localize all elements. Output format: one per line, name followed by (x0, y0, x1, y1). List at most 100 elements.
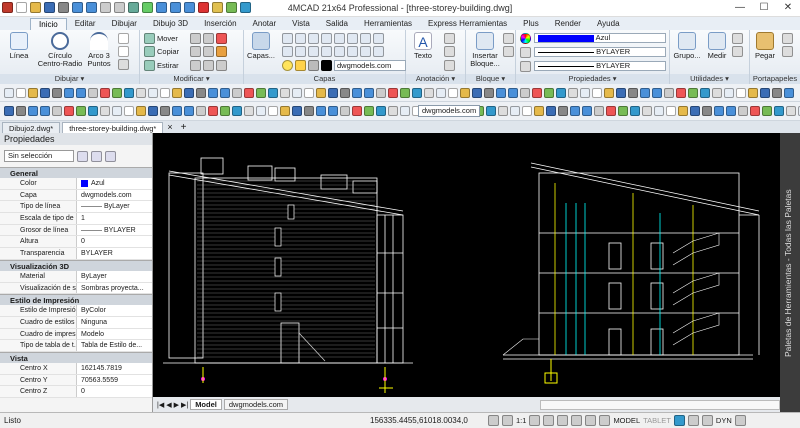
property-value[interactable]: dwgmodels.com (77, 189, 152, 201)
toggle-pickadd-icon[interactable] (105, 150, 116, 162)
snap-icon[interactable] (488, 415, 499, 426)
circle-button[interactable]: Círculo Centro-Radio (36, 32, 84, 68)
ortho-icon[interactable] (543, 415, 555, 426)
leader-button[interactable] (444, 46, 455, 57)
toolbar-tool-icon[interactable] (328, 87, 338, 98)
modify-tool-icon[interactable] (678, 106, 688, 116)
toolbar-tool-icon[interactable] (124, 87, 134, 98)
modify-tool-icon[interactable] (702, 106, 712, 116)
toolbar-tool-icon[interactable] (184, 87, 194, 98)
property-row[interactable]: Escala de tipo de ... 1 (0, 213, 152, 225)
property-value[interactable]: 70563.5559 (77, 374, 152, 386)
property-row[interactable]: Capa dwgmodels.com (0, 189, 152, 202)
customize-icon[interactable] (734, 415, 746, 426)
toolbar-tool-icon[interactable] (400, 87, 410, 98)
property-row[interactable]: Tipo de línea ——— ByLayer (0, 201, 152, 214)
model-toggle[interactable]: MODEL (613, 416, 640, 425)
lineweight-dropdown[interactable]: BYLAYER (534, 61, 666, 71)
property-value[interactable]: BYLAYER (77, 248, 152, 259)
toolbar-tool-icon[interactable] (136, 87, 146, 98)
draw-tool-icon[interactable] (136, 106, 146, 116)
property-row[interactable]: Centro Y 70563.5559 (0, 374, 152, 387)
dyn-toggle[interactable]: DYN (716, 416, 732, 425)
workspace-icon[interactable] (673, 415, 685, 426)
toolbar-tool-icon[interactable] (292, 87, 302, 98)
toolbar-tool-icon[interactable] (316, 87, 326, 98)
draw-tool-icon[interactable] (28, 106, 38, 116)
move-button[interactable]: Mover (144, 33, 178, 44)
toolbar-tool-icon[interactable] (160, 87, 170, 98)
modify-tool-icon[interactable] (774, 106, 784, 116)
toolbar-tool-icon[interactable] (760, 87, 770, 98)
layer-combo-toolbar[interactable]: dwgmodels.com (418, 105, 480, 117)
line-button[interactable]: Línea (4, 32, 34, 60)
toolbar-tool-icon[interactable] (340, 87, 350, 98)
toolbar-tool-icon[interactable] (652, 87, 662, 98)
close-button[interactable]: ✕ (776, 0, 800, 17)
toolbar-tool-icon[interactable] (640, 87, 650, 98)
property-value[interactable]: Sombras proyecta... (77, 282, 152, 294)
tab-insercion[interactable]: Inserción (196, 18, 244, 30)
toolbar-tool-icon[interactable] (352, 87, 362, 98)
draw-tool-icon[interactable] (124, 106, 134, 116)
property-value[interactable]: 162145.7819 (77, 362, 152, 374)
draw-tool-icon[interactable] (388, 106, 398, 116)
toolbar-tool-icon[interactable] (196, 87, 206, 98)
toolbar-tool-icon[interactable] (616, 87, 626, 98)
copy-button[interactable]: Copiar (144, 46, 179, 57)
modify-tool-icon[interactable] (594, 106, 604, 116)
property-value[interactable]: 1 (77, 213, 152, 224)
property-section-header[interactable]: Estilo de Impresión (0, 294, 152, 306)
draw-tool-icon[interactable] (88, 106, 98, 116)
toolbar-tool-icon[interactable] (700, 87, 710, 98)
tab-anotar[interactable]: Anotar (245, 18, 285, 30)
array-icon[interactable] (203, 60, 214, 71)
layer-tool-icon[interactable] (373, 46, 384, 57)
osnap-icon[interactable] (571, 415, 583, 426)
toolbar-tool-icon[interactable] (568, 87, 578, 98)
property-row[interactable]: Visualización de s... Sombras proyecta... (0, 282, 152, 295)
toolbar-tool-icon[interactable] (604, 87, 614, 98)
modify-tool-icon[interactable] (498, 106, 508, 116)
tab-editar[interactable]: Editar (67, 18, 104, 30)
draw-tool-icon[interactable] (304, 106, 314, 116)
toolbar-tool-icon[interactable] (412, 87, 422, 98)
toolbar-tool-icon[interactable] (64, 87, 74, 98)
toolbar-tool-icon[interactable] (112, 87, 122, 98)
draw-tool-icon[interactable] (244, 106, 254, 116)
modify-tool-icon[interactable] (786, 106, 796, 116)
layer-tool-icon[interactable] (321, 46, 332, 57)
toolbar-tool-icon[interactable] (628, 87, 638, 98)
modify-tool-icon[interactable] (486, 106, 496, 116)
property-section-header[interactable]: Vista (0, 351, 152, 363)
property-value[interactable]: 0 (77, 236, 152, 248)
toolbar-tool-icon[interactable] (496, 87, 506, 98)
draw-tool-icon[interactable] (160, 106, 170, 116)
lock-ui-icon[interactable] (687, 415, 699, 426)
modify-tool-icon[interactable] (642, 106, 652, 116)
toolbar-tool-icon[interactable] (532, 87, 542, 98)
toolbar-tool-icon[interactable] (88, 87, 98, 98)
toolbar-tool-icon[interactable] (40, 87, 50, 98)
layer-tool-icon[interactable] (321, 33, 332, 44)
draw-tool-icon[interactable] (316, 106, 326, 116)
draw-tool-icon[interactable] (64, 106, 74, 116)
draw-tool-icon[interactable] (352, 106, 362, 116)
draw-tool-icon[interactable] (184, 106, 194, 116)
draw-tool-icon[interactable] (376, 106, 386, 116)
layer-tool-icon[interactable] (334, 46, 345, 57)
toolbar-tool-icon[interactable] (748, 87, 758, 98)
cut-button[interactable] (782, 33, 793, 44)
toolbar-tool-icon[interactable] (388, 87, 398, 98)
toolbar-tool-icon[interactable] (376, 87, 386, 98)
tab-dibujar[interactable]: Dibujar (104, 18, 145, 30)
toolbar-tool-icon[interactable] (52, 87, 62, 98)
property-row[interactable]: Material ByLayer (0, 270, 152, 283)
draw-tool-icon[interactable] (328, 106, 338, 116)
group-button[interactable]: Grupo... (672, 32, 702, 60)
color-wheel-icon[interactable] (520, 33, 531, 44)
tab-plus[interactable]: Plus (515, 18, 547, 30)
toolbar-tool-icon[interactable] (556, 87, 566, 98)
property-section-header[interactable]: Visualización 3D (0, 259, 152, 271)
property-section-header[interactable]: General (0, 167, 152, 178)
